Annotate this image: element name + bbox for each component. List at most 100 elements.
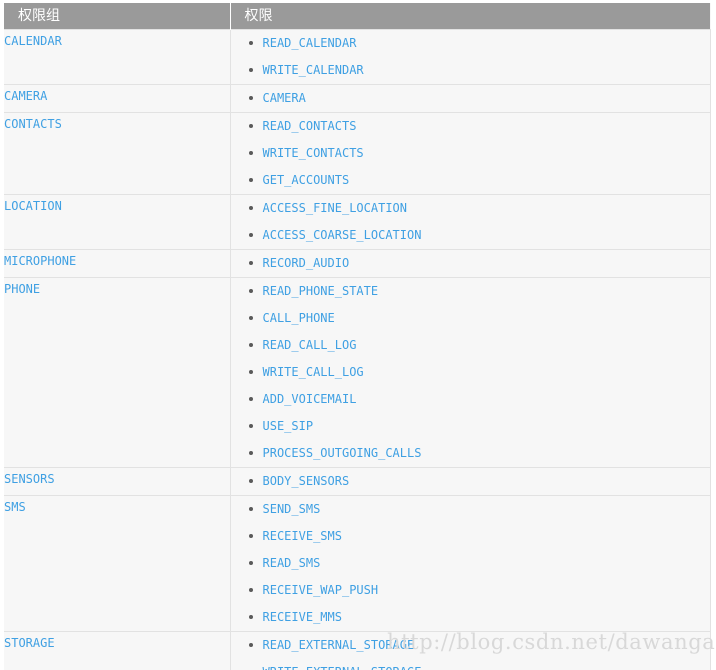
permission-list-cell: READ_CALENDAR WRITE_CALENDAR [230,29,711,85]
table-row: LOCATION ACCESS_FINE_LOCATION ACCESS_COARS… [4,194,711,250]
permission-group-cell: CALENDAR [4,29,231,85]
bullet-icon [248,479,253,483]
page-root: 权限组 权限 CALENDAR READ_CALENDAR WRITE_CALEND… [0,0,716,670]
table-row: CAMERA CAMERA [4,84,711,113]
permission-group-label[interactable]: SENSORS [4,472,55,486]
table-header: 权限组 权限 [4,3,710,30]
permission-list-item[interactable]: RECEIVE_WAP_PUSH [231,577,710,604]
table-row: CALENDAR READ_CALENDAR WRITE_CALENDAR [4,29,711,85]
bullet-icon [248,507,253,511]
permission-label: READ_PHONE_STATE [262,284,379,298]
permission-label: READ_CALENDAR [262,36,357,50]
bullet-icon [248,261,253,265]
permission-list: READ_CALENDAR WRITE_CALENDAR [231,30,710,84]
permission-list-item[interactable]: GET_ACCOUNTS [231,167,710,194]
permission-list-item[interactable]: WRITE_EXTERNAL_STORAGE [231,659,710,670]
permission-label: GET_ACCOUNTS [262,173,350,187]
permission-group-label[interactable]: LOCATION [4,199,62,213]
permission-list-item[interactable]: CAMERA [231,85,710,112]
permission-list-item[interactable]: WRITE_CONTACTS [231,140,710,167]
permission-group-cell: STORAGE [4,631,231,670]
permission-list-item[interactable]: ACCESS_FINE_LOCATION [231,195,710,222]
permission-list-cell: CAMERA [230,84,711,113]
permission-label: RECORD_AUDIO [262,256,350,270]
permission-list-item[interactable]: READ_CALENDAR [231,30,710,57]
permission-group-label[interactable]: MICROPHONE [4,254,76,268]
permission-group-cell: SMS [4,495,231,632]
bullet-icon [248,424,253,428]
permission-list-item[interactable]: CALL_PHONE [231,305,710,332]
bullet-icon [248,289,253,293]
bullet-icon [248,96,253,100]
permission-list-item[interactable]: ACCESS_COARSE_LOCATION [231,222,710,249]
bullet-icon [248,233,253,237]
permission-group-label[interactable]: CAMERA [4,89,47,103]
permission-list-item[interactable]: USE_SIP [231,413,710,440]
permission-label: ADD_VOICEMAIL [262,392,357,406]
permission-groups-table: 权限组 权限 CALENDAR READ_CALENDAR WRITE_CALEND… [4,3,711,670]
permission-list-item[interactable]: RECEIVE_MMS [231,604,710,631]
permission-label: READ_CONTACTS [262,119,357,133]
permission-list-item[interactable]: WRITE_CALENDAR [231,57,710,84]
bullet-icon [248,206,253,210]
permission-list: RECORD_AUDIO [231,250,710,277]
bullet-icon [248,316,253,320]
permission-label: SEND_SMS [262,502,321,516]
permission-label: RECEIVE_MMS [262,610,342,624]
permission-group-cell: LOCATION [4,194,231,250]
permission-list-cell: READ_CONTACTS WRITE_CONTACTS GET_ACCOUNTS [230,112,711,195]
permission-list-item[interactable]: READ_CALL_LOG [231,332,710,359]
table-header-row: 权限组 权限 [4,3,710,30]
bullet-icon [248,370,253,374]
permission-list: ACCESS_FINE_LOCATION ACCESS_COARSE_LOCATI… [231,195,710,249]
permission-list-item[interactable]: ADD_VOICEMAIL [231,386,710,413]
permission-list-cell: RECORD_AUDIO [230,249,711,278]
bullet-icon [248,124,253,128]
permission-list: READ_CONTACTS WRITE_CONTACTS GET_ACCOUNTS [231,113,710,194]
permission-group-label[interactable]: STORAGE [4,636,55,650]
table-row: CONTACTS READ_CONTACTS WRITE_CONTACTS GET_A… [4,112,711,195]
permission-list-item[interactable]: READ_SMS [231,550,710,577]
permission-list-item[interactable]: READ_PHONE_STATE [231,278,710,305]
permission-label: RECEIVE_SMS [262,529,342,543]
permission-label: RECEIVE_WAP_PUSH [262,583,379,597]
permission-list: SEND_SMS RECEIVE_SMS READ_SMS RECEIVE_WAP_P… [231,496,710,631]
bullet-icon [248,588,253,592]
permission-list-item[interactable]: SEND_SMS [231,496,710,523]
permission-group-label[interactable]: CALENDAR [4,34,62,48]
permission-list-cell: READ_EXTERNAL_STORAGE WRITE_EXTERNAL_STOR… [230,631,711,670]
permission-label: WRITE_CONTACTS [262,146,364,160]
permission-list: CAMERA [231,85,710,112]
permission-list-item[interactable]: BODY_SENSORS [231,468,710,495]
permission-list-item[interactable]: RECEIVE_SMS [231,523,710,550]
permission-label: CALL_PHONE [262,311,335,325]
permission-group-cell: CONTACTS [4,112,231,195]
permission-list-item[interactable]: READ_CONTACTS [231,113,710,140]
permission-list-item[interactable]: WRITE_CALL_LOG [231,359,710,386]
permission-label: READ_CALL_LOG [262,338,357,352]
permission-group-label[interactable]: SMS [4,500,26,514]
table-row: SMS SEND_SMS RECEIVE_SMS READ_SMS RECEIVE_WA… [4,495,711,632]
permission-label: PROCESS_OUTGOING_CALLS [262,446,422,460]
permission-list-item[interactable]: PROCESS_OUTGOING_CALLS [231,440,710,467]
bullet-icon [248,561,253,565]
permission-list: READ_PHONE_STATE CALL_PHONE READ_CALL_LOG W… [231,278,710,467]
table-row: SENSORS BODY_SENSORS [4,467,711,496]
permission-group-label[interactable]: PHONE [4,282,40,296]
table-row: PHONE READ_PHONE_STATE CALL_PHONE READ_CALL… [4,277,711,468]
permission-list-cell: READ_PHONE_STATE CALL_PHONE READ_CALL_LOG W… [230,277,711,468]
bullet-icon [248,343,253,347]
bullet-icon [248,615,253,619]
permission-label: READ_EXTERNAL_STORAGE [262,638,415,652]
table-row: STORAGE READ_EXTERNAL_STORAGE WRITE_EXTERN… [4,631,711,670]
column-header-permission: 权限 [230,3,710,30]
permission-label: ACCESS_COARSE_LOCATION [262,228,422,242]
bullet-icon [248,397,253,401]
permission-label: BODY_SENSORS [262,474,350,488]
permission-group-label[interactable]: CONTACTS [4,117,62,131]
permission-label: WRITE_CALL_LOG [262,365,364,379]
permission-list-item[interactable]: READ_EXTERNAL_STORAGE [231,632,710,659]
bullet-icon [248,643,253,647]
permission-list-item[interactable]: RECORD_AUDIO [231,250,710,277]
permission-label: READ_SMS [262,556,321,570]
